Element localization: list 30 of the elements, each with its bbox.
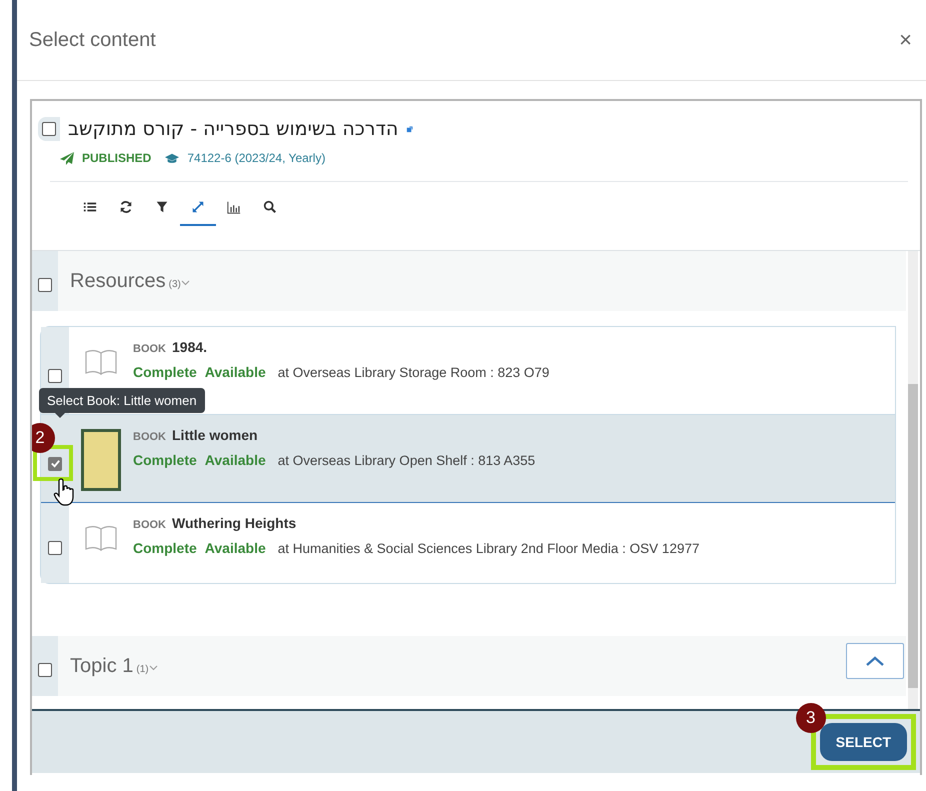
item-title[interactable]: Wuthering Heights: [172, 515, 296, 531]
item-title[interactable]: 1984.: [172, 339, 208, 355]
status-label: Complete: [133, 364, 197, 380]
location-text: at Overseas Library Open Shelf : 813 A355: [278, 453, 536, 468]
section-header[interactable]: Topic 1(1): [32, 636, 906, 696]
item-type: BOOK: [133, 519, 166, 531]
location-text: at Humanities & Social Sciences Library 2nd Floor Media : OSV 12977: [278, 541, 700, 556]
select-button[interactable]: SELECT: [820, 723, 907, 761]
status-label: Complete: [133, 540, 197, 556]
status-label: PUBLISHED: [82, 151, 152, 165]
course-code: 74122-6 (2023/24, Yearly): [187, 151, 326, 165]
section-header[interactable]: Resources(3): [32, 251, 906, 311]
status-label: Available: [204, 364, 266, 380]
status-label: Available: [204, 540, 266, 556]
resource-row[interactable]: BOOK Wuthering Heights Complete Available at Humanities & Social Sciences Library 2nd Floor Media : OSV 12977: [41, 503, 895, 583]
item-count: (1): [136, 664, 149, 674]
section-title: Topic 1: [70, 654, 134, 678]
close-button[interactable]: ×: [895, 27, 916, 53]
course-title: הדרכה בשימוש בספרייה - קורס מתוקשב: [68, 118, 398, 140]
tooltip: Select Book: Little women: [39, 388, 205, 413]
status-label: Complete: [133, 452, 197, 468]
status-label: Available: [204, 452, 266, 468]
step-badge: 3: [796, 703, 826, 733]
dialog-title: Select content: [29, 28, 156, 52]
item-type: BOOK: [133, 431, 166, 443]
item-type: BOOK: [133, 343, 166, 355]
section-title: Resources: [70, 270, 166, 292]
item-title[interactable]: Little women: [172, 427, 258, 443]
location-text: at Overseas Library Storage Room : 823 O79: [278, 365, 550, 380]
item-count: (3): [168, 278, 181, 290]
